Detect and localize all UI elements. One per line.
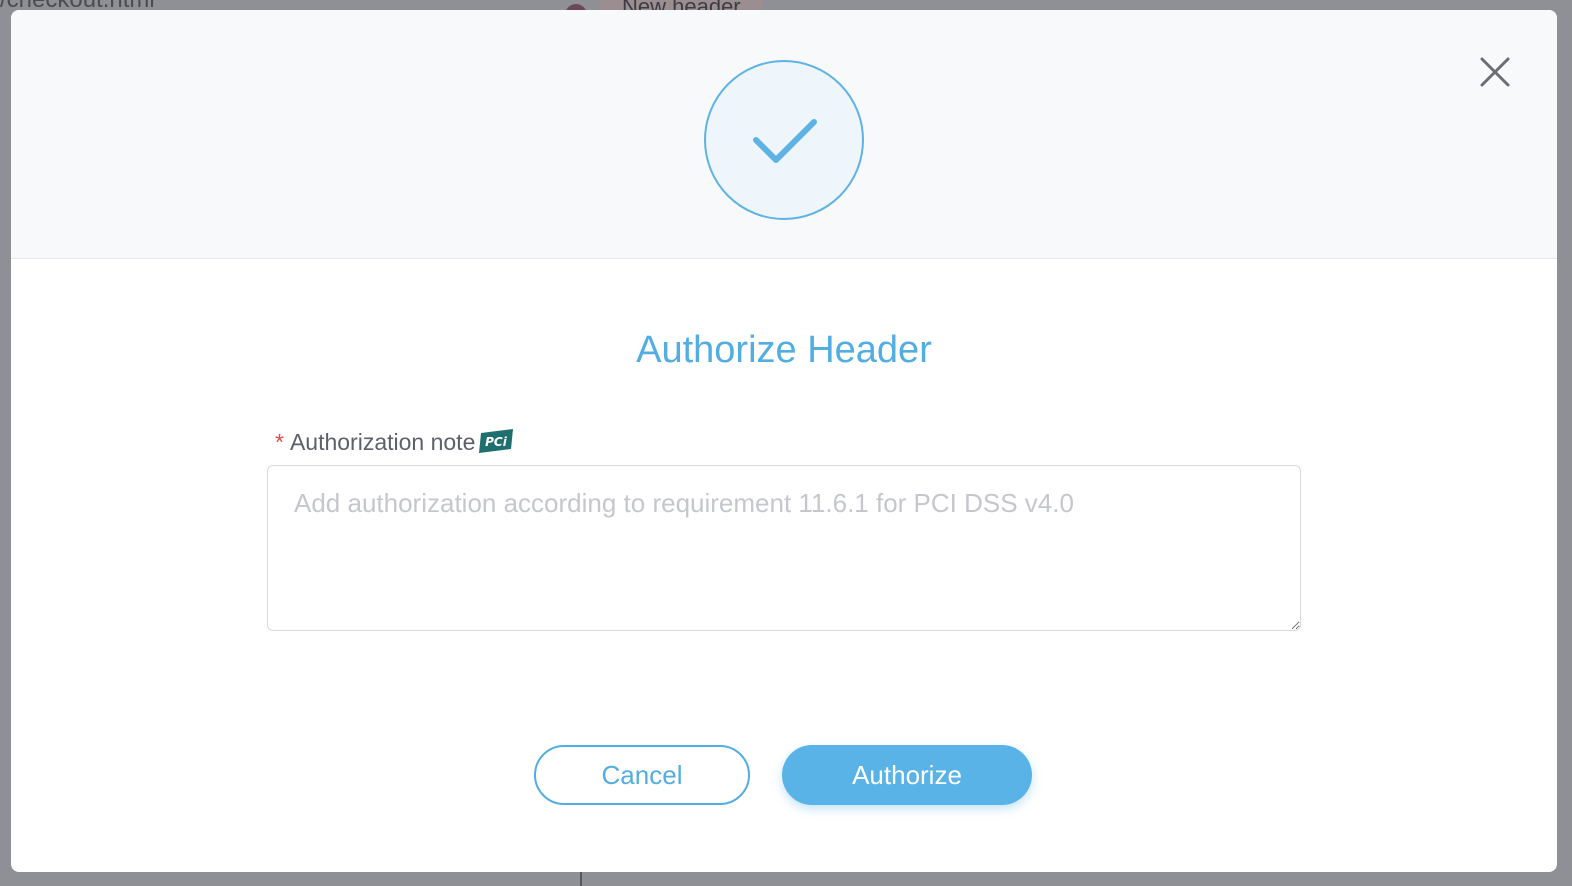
authorization-note-textarea[interactable] [267, 465, 1301, 631]
modal-header [11, 10, 1557, 259]
background-divider [580, 872, 582, 886]
close-icon[interactable] [1477, 54, 1513, 90]
modal-title: Authorize Header [636, 329, 932, 371]
checkmark-icon [753, 119, 817, 163]
authorize-button[interactable]: Authorize [782, 745, 1032, 805]
authorize-header-modal: Authorize Header * Authorization note PC… [11, 10, 1557, 872]
close-button[interactable] [1477, 54, 1513, 90]
field-label-text: Authorization note [289, 429, 476, 455]
cancel-button[interactable]: Cancel [534, 745, 750, 805]
pci-badge-icon: PCi [479, 428, 515, 453]
check-circle-icon [704, 60, 864, 220]
authorization-note-label: * Authorization note PCi [275, 428, 515, 456]
required-marker: * [275, 429, 284, 455]
svg-text:PCi: PCi [486, 435, 509, 449]
authorization-note-wrapper [267, 465, 1301, 631]
